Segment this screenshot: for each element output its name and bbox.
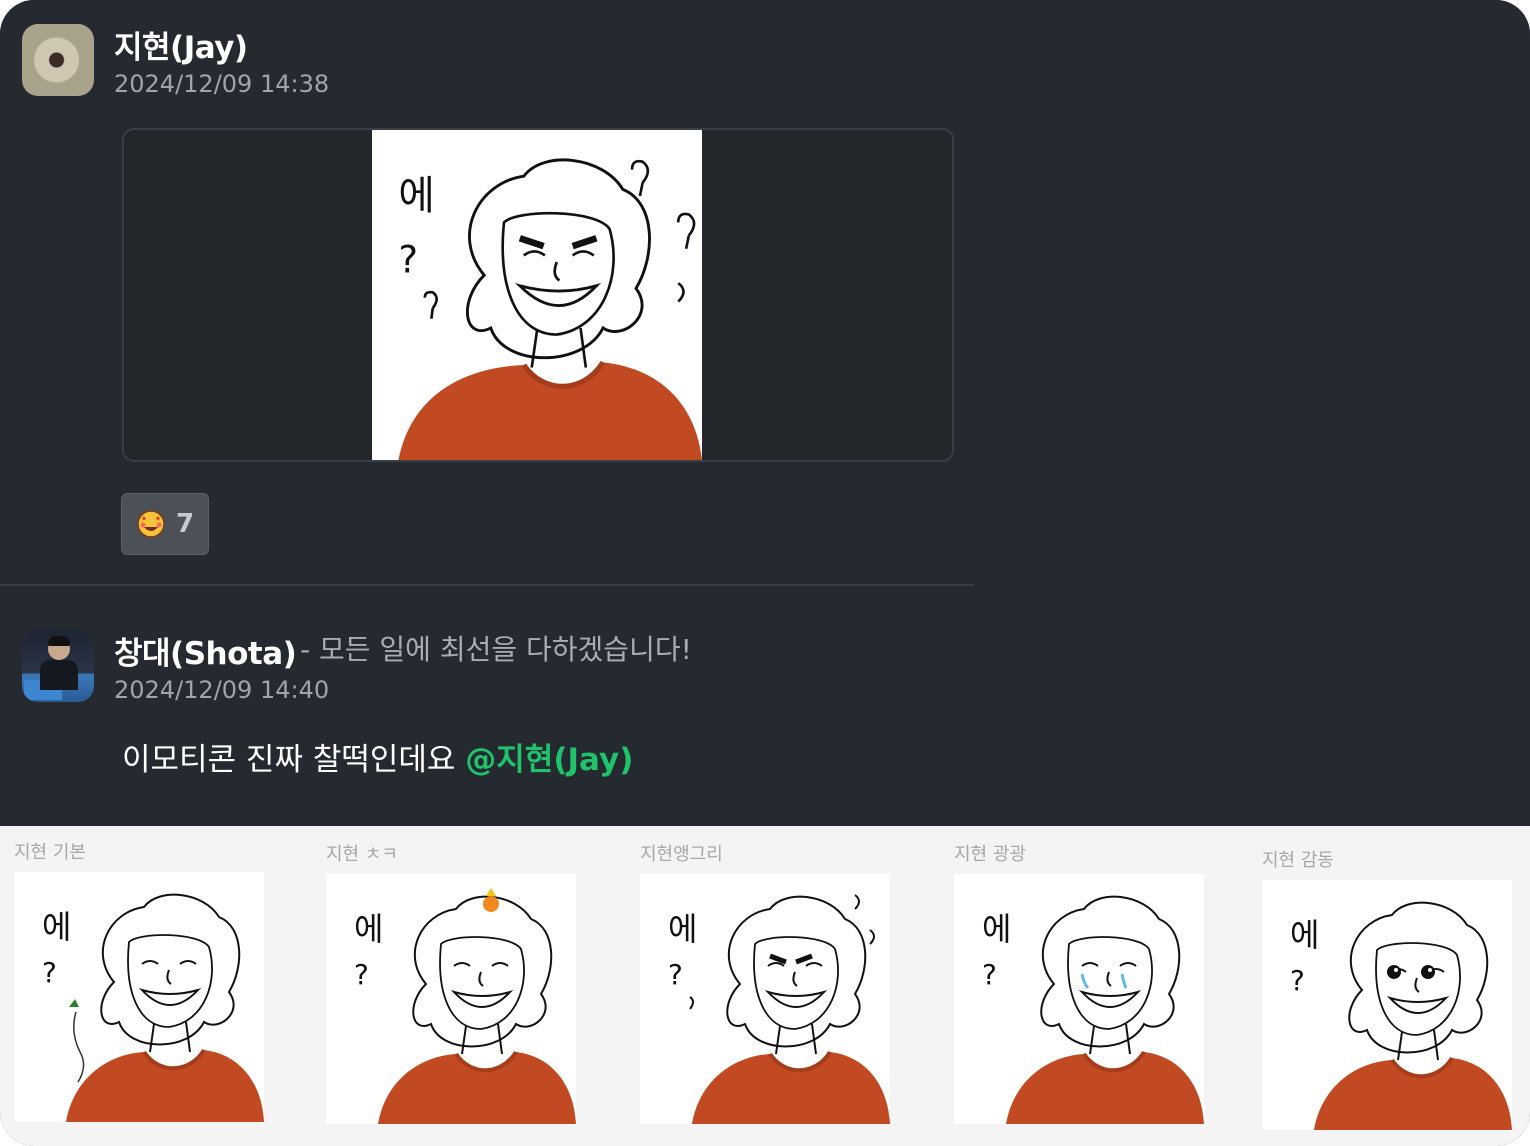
sticker-option-touched[interactable]: 에? xyxy=(1262,880,1512,1130)
app-frame: 지현(Jay) 2024/12/09 14:38 에 ? 7 창대(Shota)… xyxy=(0,0,1530,1146)
sticker-caption-q: ? xyxy=(398,239,418,282)
reaction-chip[interactable]: 7 xyxy=(121,493,209,555)
message-text: 이모티콘 진짜 찰떡인데요 xyxy=(122,742,466,778)
sticker-caption: 에 xyxy=(982,910,1011,948)
message-timestamp: 2024/12/09 14:38 xyxy=(114,70,330,98)
author-status: - 모든 일에 최선을 다하겠습니다! xyxy=(300,633,692,666)
author-name[interactable]: 지현(Jay) xyxy=(114,22,248,67)
sticker-caption: 에 xyxy=(42,908,71,946)
sticker-drawing: 에? xyxy=(982,895,1204,1124)
user-mention[interactable]: @지현(Jay) xyxy=(465,742,633,778)
sticker-caption: 에 xyxy=(354,910,383,948)
avatar[interactable] xyxy=(22,630,94,702)
sticker-drawing: 에? xyxy=(1290,901,1512,1130)
sticker-option-congrats[interactable]: 에? xyxy=(326,874,576,1124)
sticker-attachment[interactable]: 에 ? xyxy=(122,128,954,462)
sticker-drawing: 에? xyxy=(354,888,576,1124)
sticker-label: 지현 감동 xyxy=(1262,850,1334,871)
sticker-caption: 에 xyxy=(398,173,434,219)
chat-feed: 지현(Jay) 2024/12/09 14:38 에 ? 7 창대(Shota)… xyxy=(0,0,1530,826)
sticker-caption: 에 xyxy=(1290,916,1319,954)
sticker-image: 에 ? xyxy=(356,130,718,460)
sticker-drawing: 에? xyxy=(668,894,890,1124)
sticker-caption-q: ? xyxy=(42,956,57,989)
sticker-caption-q: ? xyxy=(668,958,683,991)
message-timestamp: 2024/12/09 14:40 xyxy=(114,676,330,704)
sticker-option-crying[interactable]: 에? xyxy=(954,874,1204,1124)
sticker-option-angry[interactable]: 에? xyxy=(640,874,890,1124)
star-struck-face-icon xyxy=(136,509,166,539)
reaction-count: 7 xyxy=(175,509,195,539)
sticker-label: 지현 ㅊㅋ xyxy=(326,844,398,865)
sticker-caption-q: ? xyxy=(1290,964,1305,997)
sticker-palette: 지현 기본 지현 ㅊㅋ 지현앵그리 지현 광광 지현 감동 에? 에? 에? 에… xyxy=(0,826,1530,1146)
sticker-label: 지현앵그리 xyxy=(640,844,723,865)
sticker-caption-q: ? xyxy=(982,958,997,991)
message-divider xyxy=(0,584,974,586)
avatar[interactable] xyxy=(22,24,94,96)
sticker-caption-q: ? xyxy=(354,958,369,991)
sticker-option-basic[interactable]: 에? xyxy=(14,872,264,1122)
message-body: 이모티콘 진짜 찰떡인데요 @지현(Jay) xyxy=(122,734,633,779)
sticker-drawing: 에? xyxy=(42,893,264,1122)
sticker-label: 지현 기본 xyxy=(14,842,86,863)
sticker-label: 지현 광광 xyxy=(954,844,1026,865)
author-name[interactable]: 창대(Shota) xyxy=(114,628,297,673)
sticker-caption: 에 xyxy=(668,910,697,948)
